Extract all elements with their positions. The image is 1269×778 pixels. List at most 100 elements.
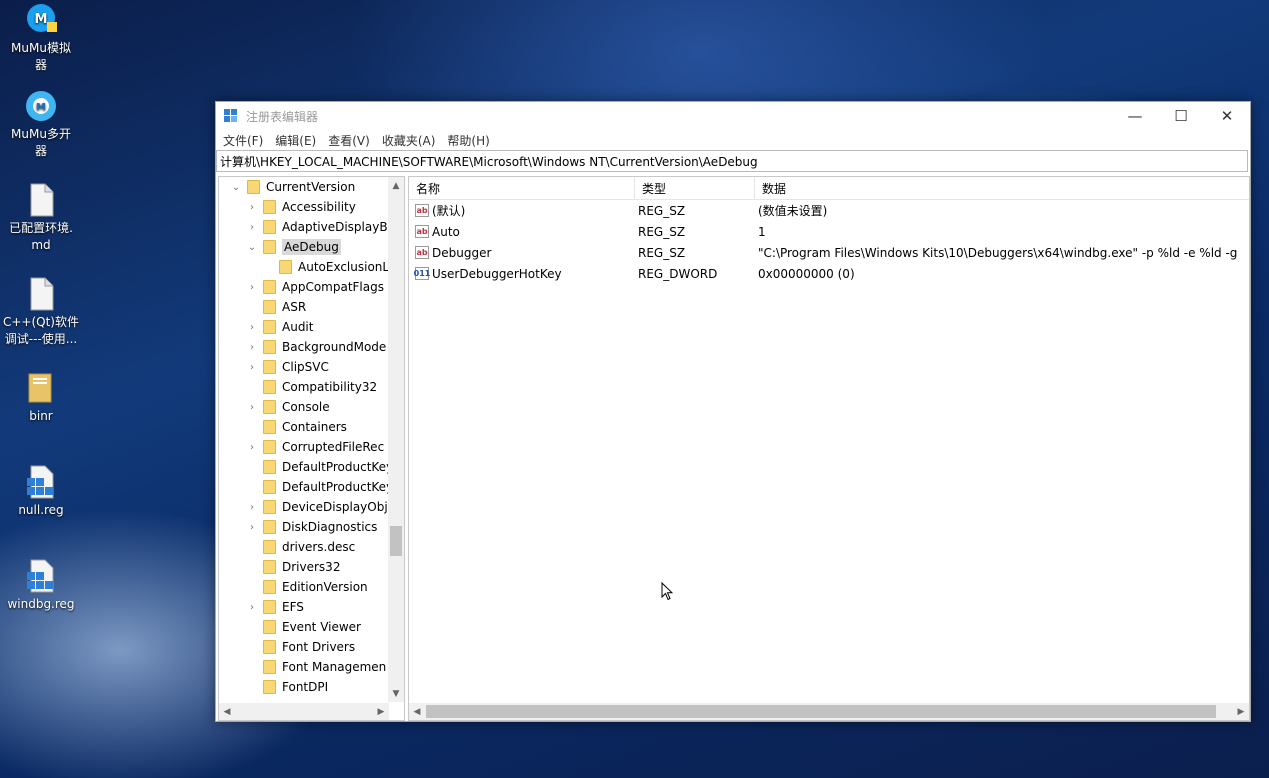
folder-icon (263, 680, 276, 694)
values-list-pane[interactable]: 名称 类型 数据 ab (默认) REG_SZ (数值未设置) ab Auto REG_SZ… (408, 176, 1250, 721)
tree-item[interactable]: › DeviceDisplayObj (247, 497, 388, 517)
value-row[interactable]: 011 UserDebuggerHotKey REG_DWORD 0x00000000… (409, 263, 1249, 284)
value-row[interactable]: ab Debugger REG_SZ "C:\Program Files\Window… (409, 242, 1249, 263)
column-header-type[interactable]: 类型 (635, 177, 755, 199)
expand-chevron-icon[interactable]: › (247, 502, 257, 513)
tree-item[interactable]: › BackgroundMode (247, 337, 386, 357)
menu-edit[interactable]: 编辑(E) (274, 132, 323, 149)
registry-editor-window: 注册表编辑器 — ☐ ✕ 文件(F) 编辑(E) 查看(V) 收藏夹(A) 帮助… (215, 101, 1251, 722)
tree-scroll-thumb[interactable] (390, 526, 402, 556)
expand-chevron-icon[interactable]: › (247, 362, 257, 373)
tree-item[interactable]: › CorruptedFileRec (247, 437, 384, 457)
expand-chevron-icon[interactable]: › (247, 442, 257, 453)
tree-horizontal-scrollbar[interactable]: ◀ ▶ (219, 703, 389, 720)
desktop-icon-null-reg[interactable]: null.reg (1, 464, 81, 519)
tree-item[interactable]: Compatibility32 (247, 377, 377, 397)
tree-item[interactable]: Font Drivers (247, 637, 355, 657)
folder-icon (263, 660, 276, 674)
desktop-icon-md-file[interactable]: 已配置环境. md (1, 182, 81, 254)
tree-item[interactable]: › EFS (247, 597, 304, 617)
list-horizontal-scrollbar[interactable]: ◀ ▶ (409, 703, 1249, 720)
desktop-icon-mumu-multi[interactable]: M MuMu多开 器 (1, 88, 81, 160)
tree-item[interactable]: › Console (247, 397, 330, 417)
desktop-icon-label: C++(Qt)软件 调试---使用... (2, 315, 79, 346)
tree-item[interactable]: › AdaptiveDisplayB (247, 217, 388, 237)
folder-icon (263, 520, 276, 534)
tree-item[interactable]: Drivers32 (247, 557, 340, 577)
folder-icon (263, 280, 276, 294)
tree-item[interactable]: FontDPI (247, 677, 328, 697)
tree-item[interactable]: ASR (247, 297, 306, 317)
folder-icon (263, 240, 276, 254)
title-bar[interactable]: 注册表编辑器 — ☐ ✕ (216, 102, 1250, 130)
desktop-icon-windbg-reg[interactable]: windbg.reg (1, 558, 81, 613)
menu-help[interactable]: 帮助(H) (446, 132, 496, 149)
tree-item-label: FontDPI (282, 680, 329, 694)
value-row[interactable]: ab Auto REG_SZ 1 (409, 221, 1249, 242)
tree-item[interactable]: Containers (247, 417, 347, 437)
tree-item[interactable]: drivers.desc (247, 537, 355, 557)
expand-chevron-icon[interactable]: › (247, 282, 257, 293)
tree-item[interactable]: DefaultProductKey (247, 477, 389, 497)
folder-icon (263, 540, 276, 554)
tree-item[interactable]: EditionVersion (247, 577, 368, 597)
scroll-right-icon[interactable]: ▶ (1233, 703, 1249, 720)
tree-item[interactable]: › Accessibility (247, 197, 356, 217)
list-scroll-thumb[interactable] (426, 705, 1216, 718)
value-data: 1 (758, 224, 766, 239)
desktop-icon-mumu[interactable]: M MuMu模拟 器 (1, 2, 81, 74)
tree-item[interactable]: AutoExclusionL (263, 257, 389, 277)
folder-icon (263, 360, 276, 374)
scroll-left-icon[interactable]: ◀ (409, 703, 425, 720)
scroll-left-icon[interactable]: ◀ (219, 703, 235, 720)
registry-file-icon (23, 558, 59, 594)
tree-item-label: Font Drivers (282, 640, 356, 654)
column-header-data[interactable]: 数据 (755, 177, 1249, 199)
expand-chevron-icon[interactable]: › (247, 342, 257, 353)
menu-file[interactable]: 文件(F) (222, 132, 270, 149)
tree-item[interactable]: Font Managemen (247, 657, 386, 677)
tree-item[interactable]: Event Viewer (247, 617, 361, 637)
folder-icon (263, 440, 276, 454)
expand-chevron-icon[interactable]: › (247, 402, 257, 413)
folder-icon (263, 420, 276, 434)
scroll-down-icon[interactable]: ▼ (388, 685, 404, 702)
collapse-chevron-icon[interactable]: ⌄ (231, 182, 241, 193)
tree-item-label: Console (282, 400, 330, 414)
expand-chevron-icon[interactable]: › (247, 522, 257, 533)
expand-chevron-icon[interactable]: › (247, 322, 257, 333)
minimize-button[interactable]: — (1112, 102, 1158, 130)
value-type: REG_SZ (638, 245, 686, 260)
tree-item[interactable]: › DiskDiagnostics (247, 517, 377, 537)
collapse-chevron-icon[interactable]: ⌄ (247, 242, 257, 253)
tree-item[interactable]: › Audit (247, 317, 313, 337)
tree-item[interactable]: ⌄ AeDebug (247, 237, 341, 257)
scroll-up-icon[interactable]: ▲ (388, 177, 404, 194)
menu-favorites[interactable]: 收藏夹(A) (381, 132, 443, 149)
expand-chevron-icon[interactable]: › (247, 602, 257, 613)
tree-item[interactable]: › AppCompatFlags (247, 277, 384, 297)
value-data: "C:\Program Files\Windows Kits\10\Debugg… (758, 245, 1238, 260)
scroll-right-icon[interactable]: ▶ (373, 703, 389, 720)
value-row[interactable]: ab (默认) REG_SZ (数值未设置) (409, 200, 1249, 221)
tree-item[interactable]: DefaultProductKey (247, 457, 389, 477)
tree-item-label: AutoExclusionL (298, 260, 389, 274)
value-type: REG_DWORD (638, 266, 718, 281)
desktop-icon-label: windbg.reg (7, 597, 75, 611)
expand-chevron-icon[interactable]: › (247, 222, 257, 233)
desktop-icon-doc-file[interactable]: C++(Qt)软件 调试---使用... (1, 276, 81, 348)
column-header-name[interactable]: 名称 (409, 177, 635, 199)
key-tree-pane[interactable]: ⌄ CurrentVersion › Accessibility › AdaptiveDi… (218, 176, 405, 721)
tree-item-label: DefaultProductKey (282, 480, 389, 494)
maximize-button[interactable]: ☐ (1158, 102, 1204, 130)
tree-item[interactable]: › ClipSVC (247, 357, 329, 377)
close-button[interactable]: ✕ (1204, 102, 1250, 130)
address-bar[interactable]: 计算机\HKEY_LOCAL_MACHINE\SOFTWARE\Microsof… (216, 150, 1248, 172)
folder-icon (263, 580, 276, 594)
tree-vertical-scrollbar[interactable]: ▲ ▼ (388, 177, 404, 702)
tree-item[interactable]: ⌄ CurrentVersion (231, 177, 355, 197)
value-type: REG_SZ (638, 224, 686, 239)
desktop-icon-binr[interactable]: binr (1, 370, 81, 425)
menu-view[interactable]: 查看(V) (327, 132, 377, 149)
expand-chevron-icon[interactable]: › (247, 202, 257, 213)
